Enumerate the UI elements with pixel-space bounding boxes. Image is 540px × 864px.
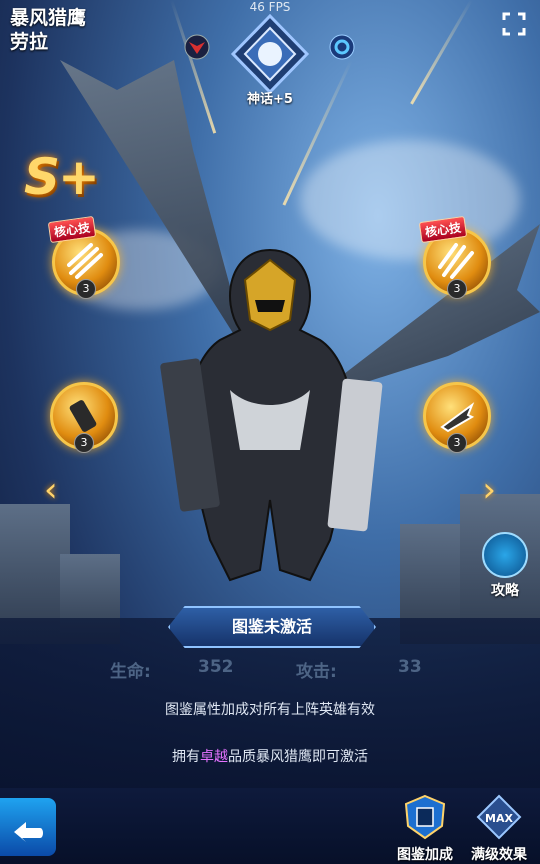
skill-right-bottom[interactable]: 3 [423, 382, 491, 453]
max-badge-text: MAX [485, 812, 513, 825]
claw-strike-icon [438, 243, 474, 279]
hp-stat-value: 352 [198, 657, 234, 677]
rank-label: 神话+5 [247, 92, 293, 107]
hp-stat-label: 生命: [110, 662, 151, 682]
quality-highlight: 卓越 [200, 749, 228, 765]
collection-bonus-label: 图鉴加成 [397, 847, 453, 863]
gun-barrel-icon [69, 400, 97, 432]
faction-red-icon[interactable] [184, 34, 210, 60]
back-button[interactable] [0, 798, 56, 856]
fps-counter: 46 FPS [249, 0, 291, 14]
hero-illustration [160, 248, 383, 582]
wing-blades-icon [440, 402, 475, 433]
max-level-effect-button[interactable]: MAX 满级效果 [466, 794, 532, 864]
guide-label: 攻略 [491, 583, 519, 599]
previous-hero-arrow[interactable]: ‹ [44, 470, 58, 510]
collection-bonus-button[interactable]: 图鉴加成 [392, 794, 458, 864]
next-hero-arrow[interactable]: › [482, 470, 496, 510]
back-arrow-icon [14, 822, 43, 842]
activation-prefix: 拥有 [172, 749, 200, 765]
atk-stat-label: 攻击: [296, 662, 337, 682]
shield-book-icon [404, 794, 446, 840]
skill-left-bottom[interactable]: 3 [50, 382, 118, 453]
activation-suffix: 品质暴风猎鹰即可激活 [228, 749, 368, 765]
bullet-storm-icon [67, 243, 103, 279]
skill-level: 3 [74, 433, 94, 453]
max-level-effect-label: 满级效果 [471, 847, 527, 863]
rank-badge-icon [230, 14, 310, 94]
max-level-icon: MAX [476, 794, 522, 840]
fullscreen-icon[interactable] [502, 12, 526, 36]
collection-note: 图鉴属性加成对所有上阵英雄有效 [165, 702, 375, 718]
skill-right-top[interactable]: 核心技 3 [418, 215, 491, 299]
hero-real-name: 劳拉 [10, 31, 49, 53]
grade-badge: S+ [24, 148, 100, 206]
faction-blue-icon[interactable] [329, 34, 355, 60]
collection-status-banner: 图鉴未激活 [168, 606, 376, 648]
guide-icon [482, 532, 528, 578]
bottom-bar [0, 788, 540, 864]
skill-left-top[interactable]: 核心技 3 [47, 215, 120, 299]
atk-stat-value: 33 [398, 657, 422, 677]
skill-level: 3 [76, 279, 96, 299]
guide-button[interactable]: 攻略 [478, 532, 532, 600]
activation-hint: 拥有卓越品质暴风猎鹰即可激活 [0, 746, 540, 766]
skill-level: 3 [447, 279, 467, 299]
skill-level: 3 [447, 433, 467, 453]
